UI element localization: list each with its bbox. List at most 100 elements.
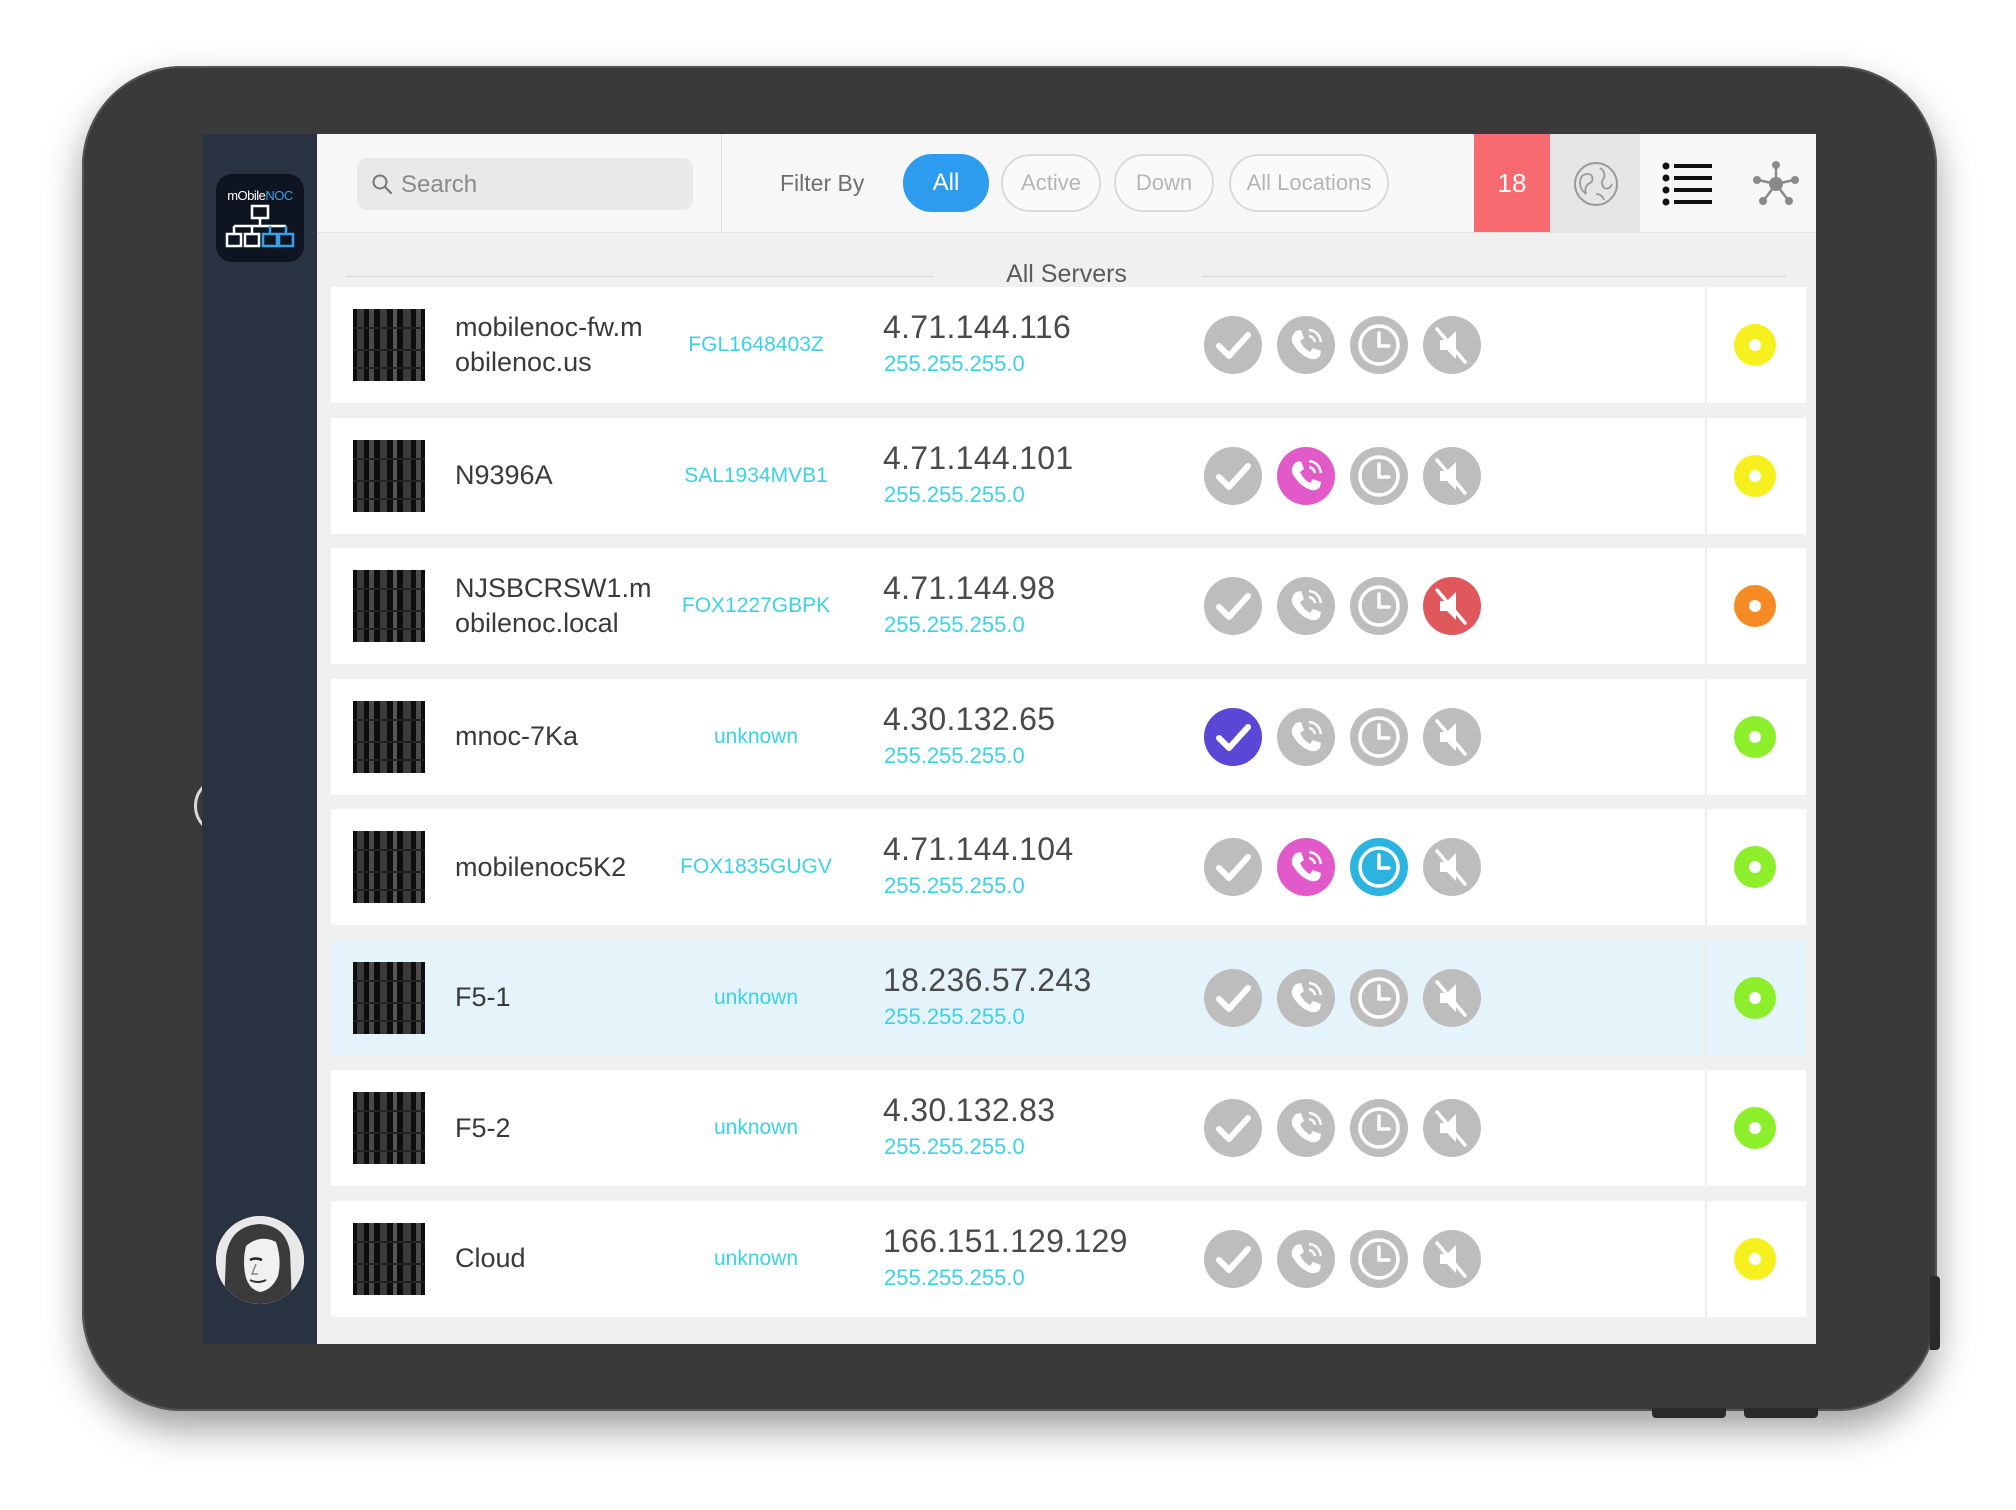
acknowledge-button[interactable] <box>1204 968 1262 1027</box>
mute-button[interactable] <box>1423 316 1481 374</box>
filter-label: Filter By <box>780 170 865 196</box>
mute-button[interactable] <box>1423 707 1481 766</box>
checkmark-icon <box>1204 316 1262 374</box>
status-indicator <box>1734 715 1776 758</box>
clock-icon <box>1350 838 1408 896</box>
server-serial: unknown <box>713 1246 799 1270</box>
call-button[interactable] <box>1277 707 1335 766</box>
schedule-button[interactable] <box>1350 1229 1408 1288</box>
status-indicator <box>1734 324 1776 366</box>
topology-view-button[interactable] <box>1730 134 1816 232</box>
schedule-button[interactable] <box>1350 316 1408 374</box>
mute-button[interactable] <box>1423 1229 1481 1288</box>
schedule-button[interactable] <box>1350 968 1408 1027</box>
filter-down-button[interactable]: Down <box>1114 154 1214 212</box>
volume-button <box>1652 1408 1726 1418</box>
schedule-button[interactable] <box>1350 577 1408 635</box>
acknowledge-button[interactable] <box>1204 1099 1262 1157</box>
row-divider <box>1705 678 1707 795</box>
list-icon <box>1662 162 1712 206</box>
server-ip: 4.71.144.116 <box>883 309 1072 345</box>
phone-icon <box>1277 838 1335 896</box>
side-button <box>1930 1276 1940 1350</box>
row-divider <box>1705 287 1707 403</box>
app-screen: mObileNOC Search Filter By All Active Do… <box>202 134 1816 1344</box>
schedule-button[interactable] <box>1350 838 1408 896</box>
server-row[interactable]: NJSBCRSW1.mobilenoc.local FOX1227GBPK 4.… <box>331 548 1806 664</box>
server-row[interactable]: N9396A SAL1934MVB1 4.71.144.101 255.255.… <box>331 417 1806 534</box>
list-view-button[interactable] <box>1640 134 1730 232</box>
server-row[interactable]: F5-2 unknown 4.30.132.83 255.255.255.0 <box>331 1070 1806 1186</box>
checkmark-icon <box>1204 707 1262 766</box>
phone-icon <box>1277 707 1335 766</box>
server-rack-thumbnail <box>353 439 425 512</box>
checkmark-icon <box>1204 1099 1262 1157</box>
server-rack-thumbnail <box>353 1092 425 1164</box>
acknowledge-button[interactable] <box>1204 838 1262 896</box>
server-name: mobilenoc-fw.mobilenoc.us <box>455 312 643 377</box>
filter-active-button[interactable]: Active <box>1001 154 1101 212</box>
clock-icon <box>1350 1229 1408 1288</box>
mute-button[interactable] <box>1423 577 1481 635</box>
mute-button[interactable] <box>1423 1099 1481 1157</box>
row-divider <box>1705 939 1707 1056</box>
server-row[interactable]: mobilenoc-fw.mobilenoc.us FGL1648403Z 4.… <box>331 287 1806 403</box>
mute-button[interactable] <box>1423 446 1481 505</box>
call-button[interactable] <box>1277 577 1335 635</box>
search-box[interactable] <box>357 158 693 212</box>
globe-icon <box>1574 162 1618 206</box>
schedule-button[interactable] <box>1350 446 1408 505</box>
alert-count-badge[interactable]: 18 <box>1474 134 1550 232</box>
server-ip: 18.236.57.243 <box>883 961 1092 998</box>
clock-icon <box>1350 577 1408 635</box>
server-rack-thumbnail <box>353 1222 425 1295</box>
map-view-button[interactable] <box>1550 134 1640 232</box>
call-button[interactable] <box>1277 1229 1335 1288</box>
server-subnet-mask: 255.255.255.0 <box>884 1264 1025 1290</box>
schedule-button[interactable] <box>1350 1099 1408 1157</box>
filter-locations-button[interactable]: All Locations <box>1229 154 1389 212</box>
search-input[interactable] <box>399 158 683 212</box>
acknowledge-button[interactable] <box>1204 707 1262 766</box>
server-row[interactable]: Cloud unknown 166.151.129.129 255.255.25… <box>331 1200 1806 1317</box>
call-button[interactable] <box>1277 316 1335 374</box>
mute-button[interactable] <box>1423 838 1481 896</box>
call-button[interactable] <box>1277 838 1335 896</box>
server-ip: 4.71.144.98 <box>883 570 1056 606</box>
server-subnet-mask: 255.255.255.0 <box>884 481 1025 507</box>
server-rack-thumbnail <box>353 570 425 642</box>
side-rail: mObileNOC <box>202 134 317 1344</box>
server-serial: SAL1934MVB1 <box>684 463 828 487</box>
checkmark-icon <box>1204 968 1262 1027</box>
user-avatar[interactable] <box>216 1216 304 1304</box>
checkmark-icon <box>1204 577 1262 635</box>
server-subnet-mask: 255.255.255.0 <box>884 1134 1025 1159</box>
server-name: mobilenoc5K2 <box>455 851 627 882</box>
server-name: F5-1 <box>455 982 511 1012</box>
server-ip: 4.71.144.101 <box>883 439 1074 476</box>
acknowledge-button[interactable] <box>1204 1229 1262 1288</box>
server-row[interactable]: mnoc-7Ka unknown 4.30.132.65 255.255.255… <box>331 678 1806 795</box>
server-subnet-mask: 255.255.255.0 <box>884 351 1025 376</box>
call-button[interactable] <box>1277 1099 1335 1157</box>
phone-icon <box>1277 1099 1335 1157</box>
status-indicator <box>1734 585 1776 627</box>
status-indicator <box>1734 976 1776 1019</box>
app-logo[interactable]: mObileNOC <box>216 174 304 262</box>
acknowledge-button[interactable] <box>1204 577 1262 635</box>
call-button[interactable] <box>1277 446 1335 505</box>
schedule-button[interactable] <box>1350 707 1408 766</box>
mute-button[interactable] <box>1423 968 1481 1027</box>
filter-all-button[interactable]: All <box>903 154 989 212</box>
server-row[interactable]: mobilenoc5K2 FOX1835GUGV 4.71.144.104 25… <box>331 809 1806 925</box>
acknowledge-button[interactable] <box>1204 316 1262 374</box>
server-row[interactable]: F5-1 unknown 18.236.57.243 255.255.255.0 <box>331 939 1806 1056</box>
mute-speaker-icon <box>1423 838 1481 896</box>
server-serial: unknown <box>713 985 799 1009</box>
acknowledge-button[interactable] <box>1204 446 1262 505</box>
server-rack-thumbnail <box>353 700 425 773</box>
server-name: F5-2 <box>455 1112 511 1143</box>
checkmark-icon <box>1204 1229 1262 1288</box>
call-button[interactable] <box>1277 968 1335 1027</box>
checkmark-icon <box>1204 838 1262 896</box>
